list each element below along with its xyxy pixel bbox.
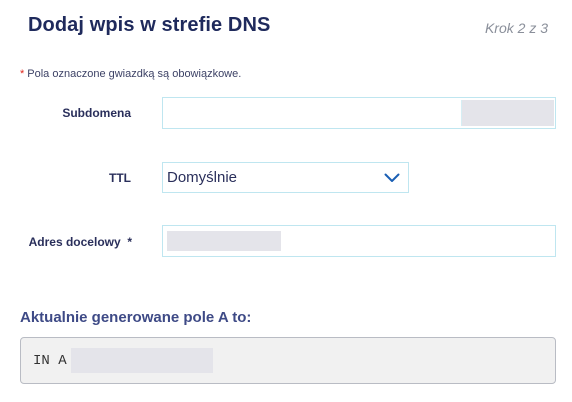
subdomain-input[interactable] (162, 97, 556, 129)
record-value-redacted (71, 348, 213, 373)
required-note: * Pola oznaczone gwiazdką są obowiązkowe. (20, 68, 241, 80)
required-note-text: Pola oznaczone gwiazdką są obowiązkowe. (27, 68, 242, 80)
domain-suffix-redacted (461, 100, 554, 126)
page-title: Dodaj wpis w strefie DNS (28, 14, 271, 36)
record-prefix: IN A (33, 353, 67, 369)
required-asterisk: * (20, 68, 25, 80)
step-indicator: Krok 2 z 3 (484, 20, 548, 36)
generated-record-preview: IN A (20, 337, 556, 384)
target-address-input[interactable] (162, 225, 556, 257)
target-address-label: Adres docelowy * (28, 235, 132, 249)
target-address-redacted (167, 231, 281, 251)
ttl-select[interactable]: Domyślnie (162, 162, 409, 193)
ttl-label: TTL (109, 171, 131, 185)
chevron-down-icon (384, 173, 400, 182)
preview-heading: Aktualnie generowane pole A to: (20, 309, 252, 326)
subdomain-label: Subdomena (62, 106, 131, 120)
ttl-selected-value: Domyślnie (167, 169, 238, 186)
